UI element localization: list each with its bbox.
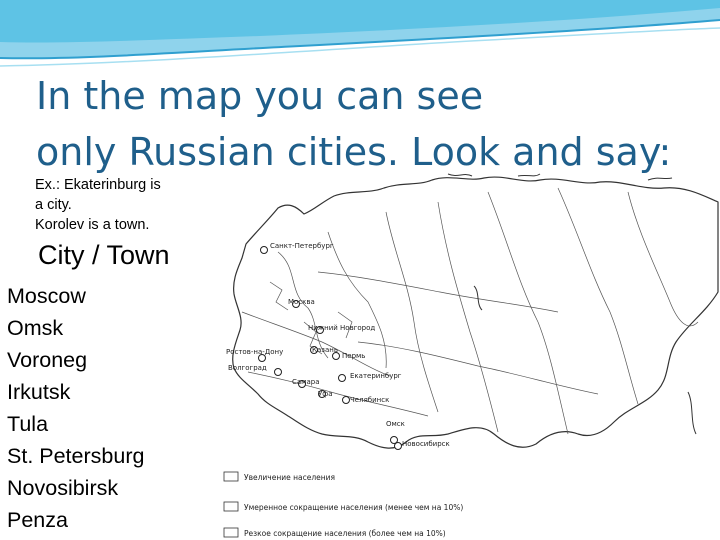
city-list: Moscow Omsk Voroneg Irkutsk Tula St. Pet…: [7, 280, 144, 536]
example-note: Ex.: Ekaterinburg is a city. Korolev is …: [35, 175, 215, 235]
column-header: City / Town: [38, 240, 170, 270]
map-label: Москва: [288, 298, 315, 306]
map-label: Волгоград: [228, 364, 267, 372]
slide-title: In the map you can see only Russian citi…: [36, 68, 716, 180]
city-item: Voroneg: [7, 348, 88, 372]
title-line-1: In the map you can see: [36, 74, 484, 118]
region-lines: [241, 187, 699, 435]
islands: [447, 173, 697, 435]
example-line-2: a city.: [35, 197, 72, 213]
map-label: Ростов-на-Дону: [226, 348, 283, 356]
example-line-1: Ex.: Ekaterinburg is: [35, 177, 161, 193]
map-label: Екатеринбург: [350, 372, 402, 380]
map-label: Нижний Новгород: [308, 324, 375, 332]
city-item: Tula: [7, 412, 49, 436]
map-label: Санкт-Петербург: [270, 242, 334, 250]
map-outline: [232, 176, 719, 449]
map-label: Челябинск: [350, 396, 389, 404]
city-item: Irkutsk: [7, 380, 71, 404]
map-label: Омск: [386, 420, 405, 428]
city-item: Omsk: [7, 316, 64, 340]
city-item: Moscow: [7, 284, 86, 308]
legend-label-sharp: Резкое сокращение населения (более чем н…: [244, 529, 446, 538]
example-line-3: Korolev is a town.: [35, 217, 150, 233]
city-item: Novosibirsk: [7, 476, 119, 500]
map-legend: Увеличение населения Умеренное сокращени…: [223, 471, 463, 538]
map-label: Новосибирск: [402, 440, 450, 448]
map-label: Казань: [312, 346, 338, 354]
map-label: Самара: [292, 378, 319, 386]
legend-label-increase: Увеличение населения: [244, 473, 335, 482]
russia-map: Санкт-Петербург Москва Нижний Новгород К…: [223, 173, 719, 538]
legend-label-moderate: Умеренное сокращение населения (менее че…: [244, 503, 463, 512]
map-label: Пермь: [342, 352, 365, 360]
city-item: St. Petersburg: [7, 444, 145, 468]
map-label: Уфа: [318, 390, 333, 398]
city-item: Penza: [7, 508, 68, 532]
